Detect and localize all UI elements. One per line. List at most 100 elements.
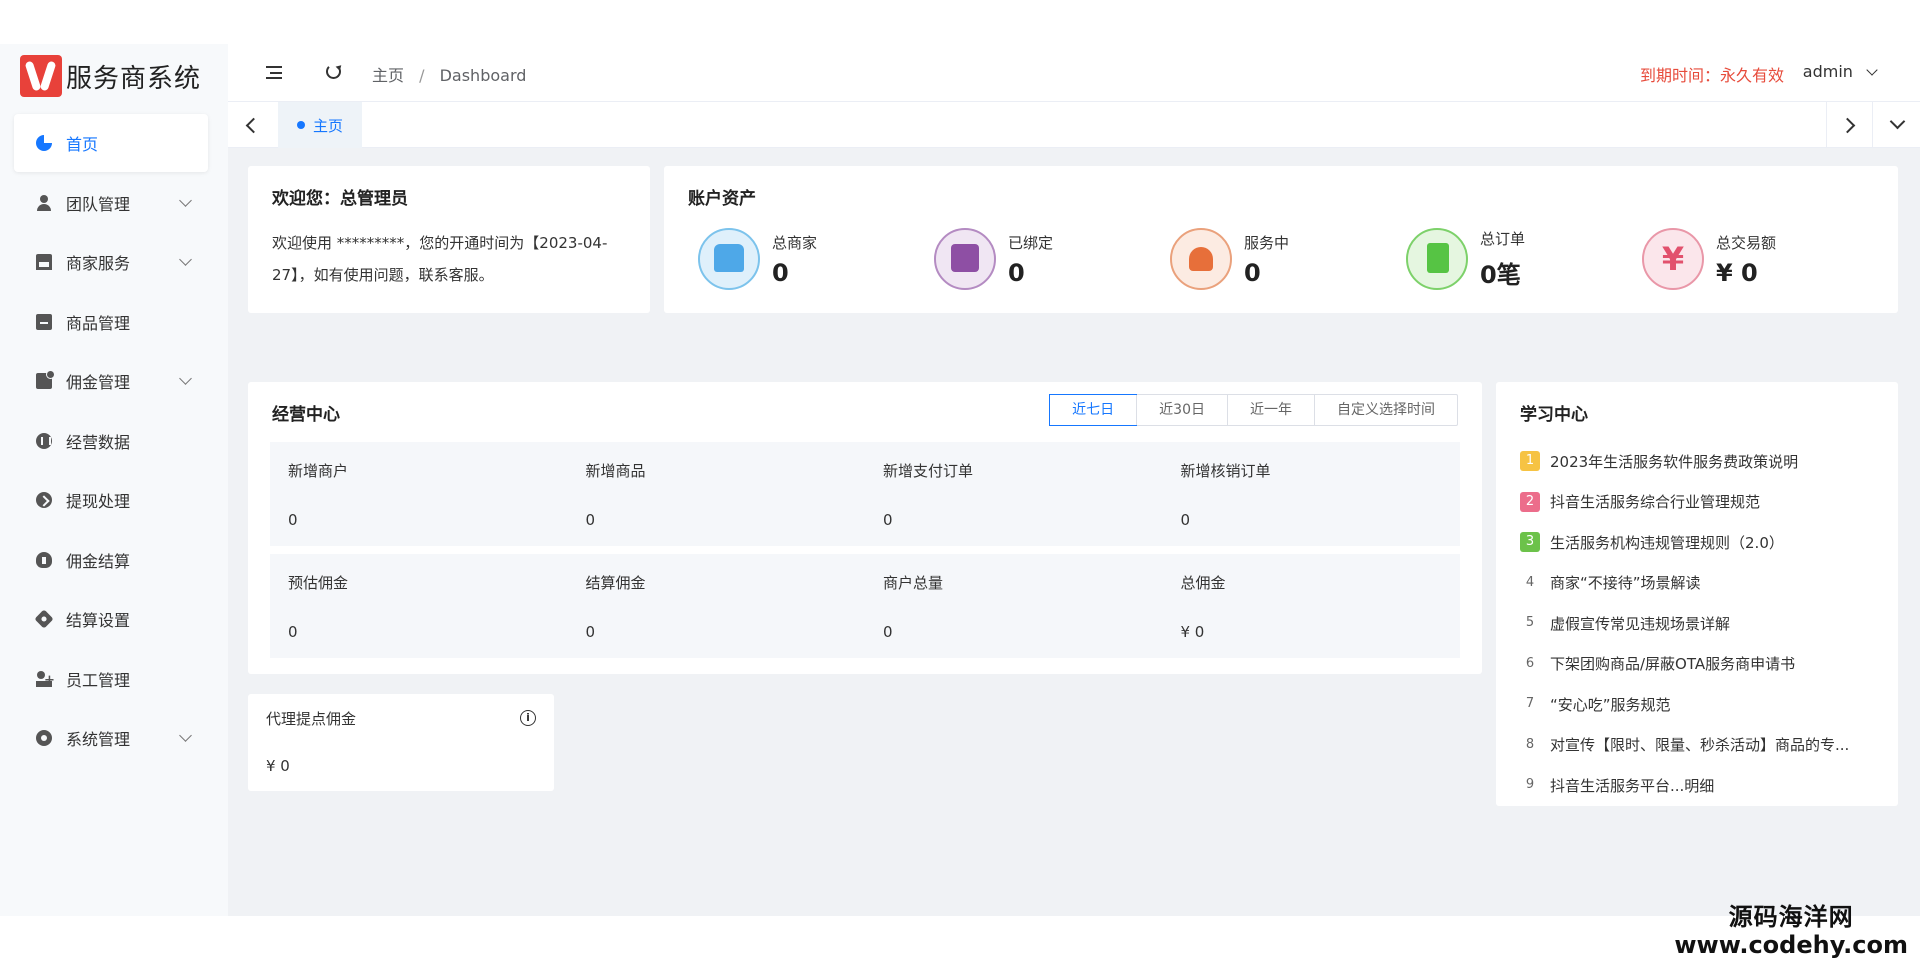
- sidebar-item-merchant-service[interactable]: 商家服务: [14, 233, 208, 291]
- stat-value: 0: [585, 511, 596, 529]
- rank-badge: 3: [1520, 532, 1540, 553]
- asset-value: 0笔: [1480, 261, 1521, 289]
- learning-item[interactable]: 8 对宣传【限时、限量、秒杀活动】商品的专...: [1520, 725, 1874, 766]
- breadcrumb-home[interactable]: 主页: [372, 66, 404, 85]
- stats-row: 新增商户 0 新增商品 0 新增支付订单 0 新增核销订单 0: [270, 442, 1460, 546]
- yen-icon: [1642, 228, 1704, 290]
- tabs-next-button[interactable]: [1826, 102, 1872, 148]
- sidebar-item-staff[interactable]: 员工管理: [14, 650, 208, 708]
- learning-list: 1 2023年生活服务软件服务费政策说明 2 抖音生活服务综合行业管理规范 3 …: [1520, 441, 1874, 806]
- expire-text: 到期时间：永久有效: [1639, 66, 1784, 85]
- welcome-text: 欢迎使用 *********，您的开通时间为【2023-04-27】，如有使用问…: [272, 234, 608, 284]
- filter-custom-range[interactable]: 自定义选择时间: [1314, 395, 1457, 425]
- tab-label: 主页: [312, 116, 343, 135]
- learning-item[interactable]: 6 下架团购商品/屏蔽OTA服务商申请书: [1520, 644, 1874, 685]
- asset-label: 总商家: [772, 233, 818, 252]
- asset-in-service: 服务中 0: [1170, 228, 1406, 290]
- sidebar-menu: 首页 团队管理 商家服务 商品管理 佣金管理 经营数据 提现处理 佣金结算 结算…: [14, 114, 208, 769]
- stat-total-commission: 总佣金 ¥ 0: [1163, 554, 1461, 658]
- chevron-down-icon: [179, 729, 192, 742]
- data-icon: [36, 432, 52, 449]
- breadcrumb-separator: /: [419, 66, 425, 85]
- stat-label: 新增核销订单: [1180, 462, 1271, 480]
- tabs-prev-button[interactable]: [228, 102, 274, 148]
- assets-card: 账户资产 总商家 0 已绑定 0 服务中 0 总订单 0笔 ¥ 总交易额 ¥ 0: [664, 166, 1898, 313]
- learning-item-title: 下架团购商品/屏蔽OTA服务商申请书: [1550, 655, 1796, 674]
- stat-label: 结算佣金: [585, 574, 646, 592]
- stat-new-goods: 新增商品 0: [568, 442, 866, 546]
- learning-item[interactable]: 4 商家“不接待”场景解读: [1520, 563, 1874, 604]
- settle-icon: [36, 551, 52, 568]
- sidebar-item-goods[interactable]: 商品管理: [14, 293, 208, 351]
- user-dropdown[interactable]: admin: [1802, 62, 1878, 81]
- stat-label: 新增商品: [585, 462, 646, 480]
- logo-mark-icon: [20, 55, 62, 97]
- sidebar-item-commission[interactable]: 佣金管理: [14, 352, 208, 410]
- sidebar-item-label: 佣金管理: [66, 373, 131, 392]
- sidebar-item-system[interactable]: 系统管理: [14, 709, 208, 767]
- learning-item-title: 对宣传【限时、限量、秒杀活动】商品的专...: [1550, 736, 1850, 755]
- filter-30-days[interactable]: 近30日: [1136, 395, 1227, 425]
- sidebar-item-label: 佣金结算: [66, 551, 131, 571]
- asset-label: 总交易额: [1716, 233, 1777, 252]
- watermark-line2: www.codehy.com: [1674, 930, 1908, 959]
- sidebar-item-withdraw[interactable]: 提现处理: [14, 471, 208, 529]
- stat-label: 新增支付订单: [883, 462, 974, 480]
- menu-toggle-icon[interactable]: [266, 66, 282, 79]
- learning-item-title: 商家“不接待”场景解读: [1550, 574, 1701, 593]
- learning-item[interactable]: 9 抖音生活服务平台...明细: [1520, 765, 1874, 806]
- shop-icon: [36, 254, 52, 270]
- sidebar: 服务商系统 首页 团队管理 商家服务 商品管理 佣金管理 经营数据 提现处理 佣…: [0, 44, 228, 916]
- dashboard-icon: [36, 135, 52, 151]
- stat-new-merchants: 新增商户 0: [270, 442, 568, 546]
- stat-estimated-commission: 预估佣金 0: [270, 554, 568, 658]
- learning-item[interactable]: 2 抖音生活服务综合行业管理规范: [1520, 482, 1874, 523]
- learning-item[interactable]: 3 生活服务机构违规管理规则（2.0）: [1520, 522, 1874, 563]
- user-name: admin: [1802, 62, 1853, 81]
- learning-item[interactable]: 5 虚假宣传常见违规场景详解: [1520, 603, 1874, 644]
- sidebar-item-business-data[interactable]: 经营数据: [14, 412, 208, 470]
- agent-commission-title: 代理提点佣金: [266, 710, 357, 728]
- filter-1-year[interactable]: 近一年: [1227, 395, 1314, 425]
- stat-value: 0: [1180, 511, 1191, 529]
- learning-item[interactable]: 1 2023年生活服务软件服务费政策说明: [1520, 441, 1874, 482]
- sidebar-item-label: 经营数据: [66, 432, 131, 452]
- refresh-icon[interactable]: [326, 64, 341, 79]
- chevron-down-icon: [179, 193, 192, 207]
- watermark: 源码海洋网 www.codehy.com: [1674, 903, 1908, 959]
- asset-label: 总订单: [1480, 230, 1526, 248]
- stat-value: 0: [585, 623, 596, 641]
- breadcrumb-current: Dashboard: [439, 66, 527, 85]
- learning-item[interactable]: 7 “安心吃”服务规范: [1520, 684, 1874, 725]
- stat-total-merchants: 商户总量 0: [865, 554, 1163, 658]
- sidebar-item-commission-settlement[interactable]: 佣金结算: [14, 531, 208, 589]
- stat-settled-commission: 结算佣金 0: [568, 554, 866, 658]
- sidebar-item-home[interactable]: 首页: [14, 114, 208, 172]
- tab-home[interactable]: 主页: [278, 102, 362, 148]
- assets-title: 账户资产: [688, 189, 756, 209]
- rank-badge: 1: [1520, 451, 1540, 472]
- rank-badge: 2: [1520, 491, 1540, 512]
- rank-badge: 4: [1525, 574, 1535, 590]
- tabs-more-button[interactable]: [1872, 102, 1920, 148]
- active-dot-icon: [296, 121, 305, 129]
- sidebar-item-team[interactable]: 团队管理: [14, 174, 208, 232]
- goods-icon: [36, 313, 52, 330]
- app-title: 服务商系统: [66, 63, 202, 94]
- welcome-card: 欢迎您：总管理员 欢迎使用 *********，您的开通时间为【2023-04-…: [248, 166, 650, 313]
- settle-settings-icon: [34, 609, 54, 629]
- stat-value: ¥ 0: [1180, 623, 1205, 641]
- chevron-down-icon: [179, 372, 192, 385]
- learning-center-card: 学习中心 1 2023年生活服务软件服务费政策说明 2 抖音生活服务综合行业管理…: [1496, 382, 1898, 806]
- filter-7-days[interactable]: 近七日: [1049, 394, 1138, 426]
- info-icon[interactable]: i: [520, 710, 536, 726]
- stats-row: 预估佣金 0 结算佣金 0 商户总量 0 总佣金 ¥ 0: [270, 554, 1460, 658]
- asset-value: ¥ 0: [1716, 258, 1758, 287]
- sidebar-item-label: 员工管理: [66, 670, 131, 690]
- system-icon: [36, 730, 52, 746]
- stat-new-paid-orders: 新增支付订单 0: [865, 442, 1163, 546]
- sidebar-item-label: 商品管理: [66, 313, 131, 333]
- top-header: 主页 / Dashboard 到期时间：永久有效 admin: [228, 44, 1920, 102]
- sidebar-item-settlement-settings[interactable]: 结算设置: [14, 590, 208, 648]
- stat-label: 预估佣金: [288, 574, 349, 592]
